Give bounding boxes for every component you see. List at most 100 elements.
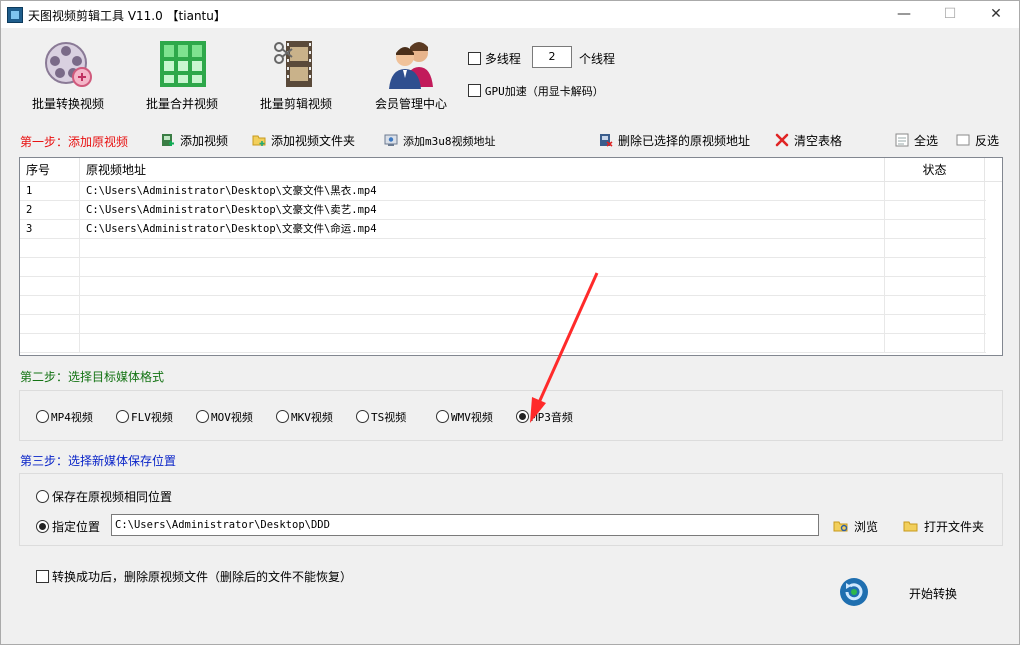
- add-video-label: 添加视频: [180, 134, 229, 148]
- table-empty-row: [20, 239, 986, 258]
- select-all-icon: [895, 133, 909, 147]
- table-row[interactable]: 3 C:\Users\Administrator\Desktop\文豪文件\命运…: [20, 220, 986, 239]
- film-scissors-icon: [274, 41, 312, 87]
- video-table[interactable]: 序号 原视频地址 状态 1 C:\Users\Administrator\Des…: [19, 157, 1003, 356]
- multithread-check-box[interactable]: [468, 52, 481, 65]
- format-label: MKV视频: [291, 411, 333, 424]
- film-reel-icon: [45, 42, 92, 87]
- app-icon: [7, 7, 23, 23]
- radio-button[interactable]: [196, 410, 209, 423]
- clear-x-icon: [775, 133, 789, 147]
- format-radio-mp4[interactable]: MP4视频: [36, 410, 93, 426]
- folder-add-icon: [252, 135, 266, 146]
- row-status: [885, 182, 985, 201]
- format-label: MP4视频: [51, 411, 93, 424]
- browse-button[interactable]: 浏览: [833, 518, 878, 535]
- select-all-label: 全选: [914, 134, 939, 148]
- gpu-check-box[interactable]: [468, 84, 481, 97]
- add-video-button[interactable]: 添加视频: [161, 132, 228, 150]
- close-button[interactable]: ✕: [973, 1, 1019, 28]
- multithread-checkbox[interactable]: 多线程: [468, 50, 521, 67]
- add-folder-button[interactable]: 添加视频文件夹: [252, 132, 355, 150]
- add-m3u8-label: 添加m3u8视频地址: [403, 135, 496, 148]
- table-header-path[interactable]: 原视频地址: [80, 158, 885, 182]
- table-empty-row: [20, 258, 986, 277]
- delete-after-checkbox[interactable]: 转换成功后，删除原视频文件（删除后的文件不能恢复）: [36, 568, 352, 585]
- save-custom-location-radio[interactable]: 指定位置: [36, 518, 100, 535]
- gpu-checkbox[interactable]: GPU加速（用显卡解码）: [468, 83, 604, 99]
- member-center-label: 会员管理中心: [374, 97, 447, 111]
- radio-button[interactable]: [116, 410, 129, 423]
- gpu-label: GPU加速（用显卡解码）: [484, 85, 604, 98]
- member-center-button[interactable]: 会员管理中心: [361, 37, 461, 117]
- thread-count-input[interactable]: 2: [532, 46, 572, 68]
- empty-cell: [885, 296, 985, 315]
- row-index: 1: [20, 182, 80, 201]
- batch-cut-button[interactable]: 批量剪辑视频: [246, 37, 346, 117]
- delete-selected-button[interactable]: 删除已选择的原视频地址: [599, 132, 750, 150]
- table-empty-row: [20, 277, 986, 296]
- empty-cell: [885, 277, 985, 296]
- radio-button[interactable]: [36, 410, 49, 423]
- start-convert-button[interactable]: 开始转换: [837, 575, 967, 611]
- empty-cell: [20, 239, 80, 258]
- title-bar: 天图视频剪辑工具 V11.0 【tiantu】 — ☐ ✕: [1, 1, 1019, 28]
- step1-title: 第一步：添加原视频: [20, 135, 129, 149]
- batch-convert-button[interactable]: 批量转换视频: [18, 37, 118, 117]
- table-row[interactable]: 1 C:\Users\Administrator\Desktop\文豪文件\黑衣…: [20, 182, 986, 201]
- save-same-location-label: 保存在原视频相同位置: [52, 490, 173, 504]
- folder-search-icon: [833, 521, 848, 532]
- delete-after-label: 转换成功后，删除原视频文件（删除后的文件不能恢复）: [52, 570, 353, 584]
- empty-cell: [885, 239, 985, 258]
- row-path: C:\Users\Administrator\Desktop\文豪文件\卖艺.m…: [80, 201, 885, 220]
- batch-convert-label: 批量转换视频: [31, 97, 104, 111]
- table-header-filler: [985, 158, 1002, 182]
- empty-cell: [80, 334, 885, 353]
- table-empty-row: [20, 296, 986, 315]
- empty-cell: [885, 315, 985, 334]
- grid-merge-icon: [160, 41, 206, 87]
- save-same-location-radio[interactable]: 保存在原视频相同位置: [36, 488, 172, 505]
- delete-after-check-box[interactable]: [36, 570, 49, 583]
- radio-button[interactable]: [36, 490, 49, 503]
- empty-cell: [20, 258, 80, 277]
- table-row[interactable]: 2 C:\Users\Administrator\Desktop\文豪文件\卖艺…: [20, 201, 986, 220]
- step3-title: 第三步：选择新媒体保存位置: [20, 454, 177, 468]
- table-header-index[interactable]: 序号: [20, 158, 80, 182]
- select-all-button[interactable]: 全选: [895, 132, 938, 150]
- open-folder-icon: [903, 521, 918, 532]
- invert-selection-label: 反选: [975, 134, 1000, 148]
- empty-cell: [80, 296, 885, 315]
- batch-merge-button[interactable]: 批量合并视频: [132, 37, 232, 117]
- clear-table-button[interactable]: 清空表格: [775, 132, 842, 150]
- multithread-label: 多线程: [484, 52, 521, 66]
- radio-button-selected[interactable]: [36, 520, 49, 533]
- empty-cell: [80, 239, 885, 258]
- format-radio-mov[interactable]: MOV视频: [196, 410, 253, 426]
- radio-button[interactable]: [436, 410, 449, 423]
- step2-title: 第二步：选择目标媒体格式: [20, 370, 165, 384]
- invert-selection-button[interactable]: 反选: [956, 132, 999, 150]
- maximize-button[interactable]: ☐: [927, 1, 973, 28]
- save-path-input[interactable]: C:\Users\Administrator\Desktop\DDD: [111, 514, 819, 536]
- radio-button-selected[interactable]: [516, 410, 529, 423]
- radio-button[interactable]: [356, 410, 369, 423]
- browse-label: 浏览: [854, 520, 879, 534]
- empty-cell: [885, 334, 985, 353]
- refresh-icon: [840, 578, 868, 606]
- table-empty-row: [20, 315, 986, 334]
- format-radio-ts[interactable]: TS视频: [356, 410, 406, 426]
- format-label: MOV视频: [211, 411, 253, 424]
- add-m3u8-button[interactable]: 添加m3u8视频地址: [384, 132, 496, 150]
- format-radio-wmv[interactable]: WMV视频: [436, 410, 493, 426]
- format-radio-flv[interactable]: FLV视频: [116, 410, 173, 426]
- app-window: 天图视频剪辑工具 V11.0 【tiantu】 — ☐ ✕ 批量转换视频 批量合…: [0, 0, 1020, 645]
- radio-button[interactable]: [276, 410, 289, 423]
- format-radio-mp3[interactable]: MP3音频: [516, 410, 573, 426]
- table-header-status[interactable]: 状态: [885, 158, 985, 182]
- format-radio-mkv[interactable]: MKV视频: [276, 410, 333, 426]
- empty-cell: [80, 315, 885, 334]
- window-title: 天图视频剪辑工具 V11.0 【tiantu】: [28, 9, 226, 23]
- open-folder-button[interactable]: 打开文件夹: [903, 518, 984, 535]
- minimize-button[interactable]: —: [881, 1, 927, 28]
